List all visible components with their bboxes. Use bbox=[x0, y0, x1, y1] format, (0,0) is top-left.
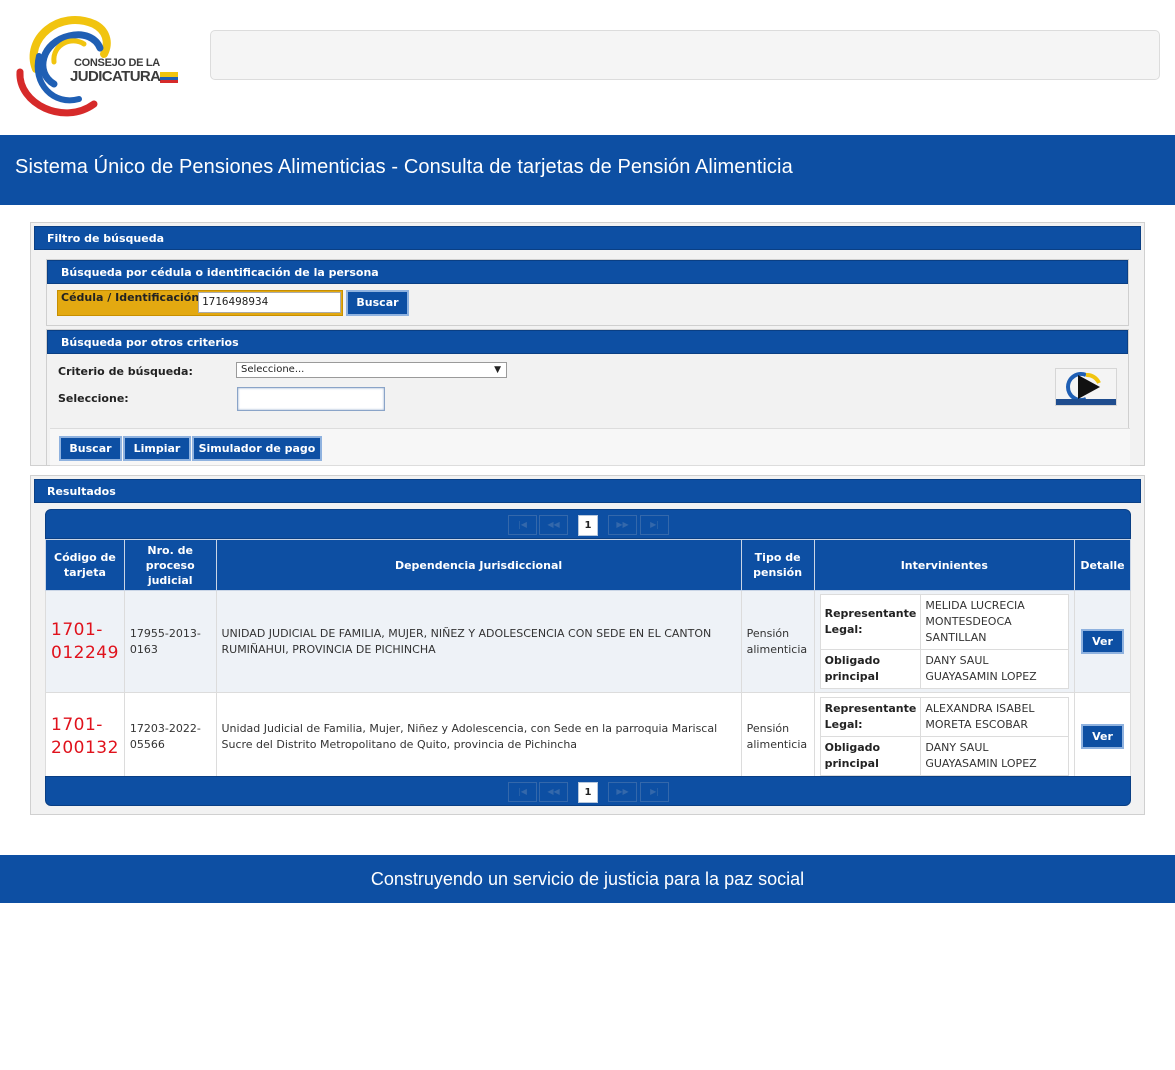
col-header-intervinientes: Intervinientes bbox=[813, 539, 1075, 591]
play-video-icon[interactable] bbox=[1055, 368, 1117, 406]
footer-slogan: Construyendo un servicio de justicia par… bbox=[370, 869, 805, 889]
filter-panel: Filtro de búsqueda Búsqueda por cédula o… bbox=[30, 222, 1145, 466]
pager-bottom: |◀ ◀◀ 1 ▶▶ ▶| bbox=[45, 776, 1131, 806]
obligado-name: DANY SAUL GUAYASAMIN LOPEZ bbox=[920, 649, 1069, 689]
representante-name: ALEXANDRA ISABEL MORETA ESCOBAR bbox=[920, 697, 1069, 737]
criterio-select-value: Seleccione... bbox=[241, 364, 305, 375]
tipo-pension: Pensión alimenticia bbox=[740, 590, 815, 693]
dependencia: UNIDAD JUDICIAL DE FAMILIA, MUJER, NIÑEZ… bbox=[215, 590, 742, 693]
intervinientes-table: Representante Legal: ALEXANDRA ISABEL MO… bbox=[819, 697, 1069, 776]
obligado-label: Obligado principal bbox=[819, 649, 922, 689]
seleccione-input[interactable] bbox=[237, 387, 385, 411]
obligado-name: DANY SAUL GUAYASAMIN LOPEZ bbox=[920, 736, 1069, 776]
other-criteria-section: Búsqueda por otros criterios Criterio de… bbox=[46, 329, 1130, 466]
limpiar-button[interactable]: Limpiar bbox=[123, 436, 191, 461]
footer-band: Construyendo un servicio de justicia par… bbox=[0, 855, 1175, 903]
codigo-tarjeta: 1701-200132 bbox=[51, 714, 119, 758]
video-thumbnail-graphic bbox=[1056, 369, 1116, 405]
logo-text-line2: JUDICATURA bbox=[70, 68, 161, 85]
intervinientes-table: Representante Legal: MELIDA LUCRECIA MON… bbox=[819, 594, 1069, 689]
title-band: Sistema Único de Pensiones Alimenticias … bbox=[0, 135, 1175, 205]
chevron-down-icon: ▼ bbox=[494, 365, 501, 375]
pager-prev-button[interactable]: ◀◀ bbox=[539, 515, 568, 535]
cedula-search-section: Búsqueda por cédula o identificación de … bbox=[46, 259, 1129, 326]
pager-next-button[interactable]: ▶▶ bbox=[608, 515, 637, 535]
filter-panel-title: Filtro de búsqueda bbox=[34, 226, 1141, 250]
pager-top: |◀ ◀◀ 1 ▶▶ ▶| bbox=[45, 509, 1131, 539]
dependencia: Unidad Judicial de Familia, Mujer, Niñez… bbox=[215, 692, 742, 781]
col-header-detalle: Detalle bbox=[1073, 539, 1132, 591]
buscar-button[interactable]: Buscar bbox=[59, 436, 122, 461]
representante-label: Representante Legal: bbox=[819, 594, 922, 650]
col-header-proceso: Nro. de proceso judicial bbox=[123, 539, 217, 591]
table-header-row: Código de tarjeta Nro. de proceso judici… bbox=[45, 539, 1132, 591]
nro-proceso: 17203-2022-05566 bbox=[123, 692, 217, 781]
criterio-label: Criterio de búsqueda: bbox=[58, 365, 193, 378]
cedula-search-button[interactable]: Buscar bbox=[346, 290, 409, 316]
col-header-codigo: Código de tarjeta bbox=[45, 539, 125, 591]
col-header-dependencia: Dependencia Jurisdiccional bbox=[215, 539, 742, 591]
representante-label: Representante Legal: bbox=[819, 697, 922, 737]
cedula-input[interactable]: 1716498934 bbox=[198, 292, 341, 313]
judicatura-logo[interactable]: CONSEJO DE LA JUDICATURA bbox=[14, 14, 184, 118]
criterio-select[interactable]: Seleccione... ▼ bbox=[236, 362, 507, 378]
pager-current-page[interactable]: 1 bbox=[578, 782, 598, 803]
representante-name: MELIDA LUCRECIA MONTESDEOCA SANTILLAN bbox=[920, 594, 1069, 650]
table-row: 1701-200132 17203-2022-05566 Unidad Judi… bbox=[45, 692, 1132, 781]
seleccione-label: Seleccione: bbox=[58, 392, 129, 405]
ver-detalle-button[interactable]: Ver bbox=[1080, 629, 1124, 654]
cedula-section-title: Búsqueda por cédula o identificación de … bbox=[47, 260, 1128, 284]
other-section-title: Búsqueda por otros criterios bbox=[47, 330, 1128, 354]
obligado-label: Obligado principal bbox=[819, 736, 922, 776]
pager-first-button[interactable]: |◀ bbox=[508, 782, 537, 802]
pager-prev-button[interactable]: ◀◀ bbox=[539, 782, 568, 802]
nro-proceso: 17955-2013-0163 bbox=[123, 590, 217, 693]
col-header-tipo: Tipo de pensión bbox=[740, 539, 815, 591]
results-panel-title: Resultados bbox=[34, 479, 1141, 503]
simulador-pago-button[interactable]: Simulador de pago bbox=[192, 436, 322, 461]
header-banner-box bbox=[210, 30, 1160, 80]
pager-last-button[interactable]: ▶| bbox=[640, 782, 669, 802]
pager-next-button[interactable]: ▶▶ bbox=[608, 782, 637, 802]
action-button-bar: Buscar Limpiar Simulador de pago bbox=[50, 428, 1130, 466]
page-header: CONSEJO DE LA JUDICATURA bbox=[0, 0, 1175, 135]
pager-current-page[interactable]: 1 bbox=[578, 515, 598, 536]
table-row: 1701-012249 17955-2013-0163 UNIDAD JUDIC… bbox=[45, 590, 1132, 693]
page-title: Sistema Único de Pensiones Alimenticias … bbox=[15, 156, 793, 178]
pager-first-button[interactable]: |◀ bbox=[508, 515, 537, 535]
tipo-pension: Pensión alimenticia bbox=[740, 692, 815, 781]
results-table: Código de tarjeta Nro. de proceso judici… bbox=[45, 539, 1132, 781]
codigo-tarjeta: 1701-012249 bbox=[51, 619, 119, 663]
ver-detalle-button[interactable]: Ver bbox=[1080, 724, 1124, 749]
pager-last-button[interactable]: ▶| bbox=[640, 515, 669, 535]
